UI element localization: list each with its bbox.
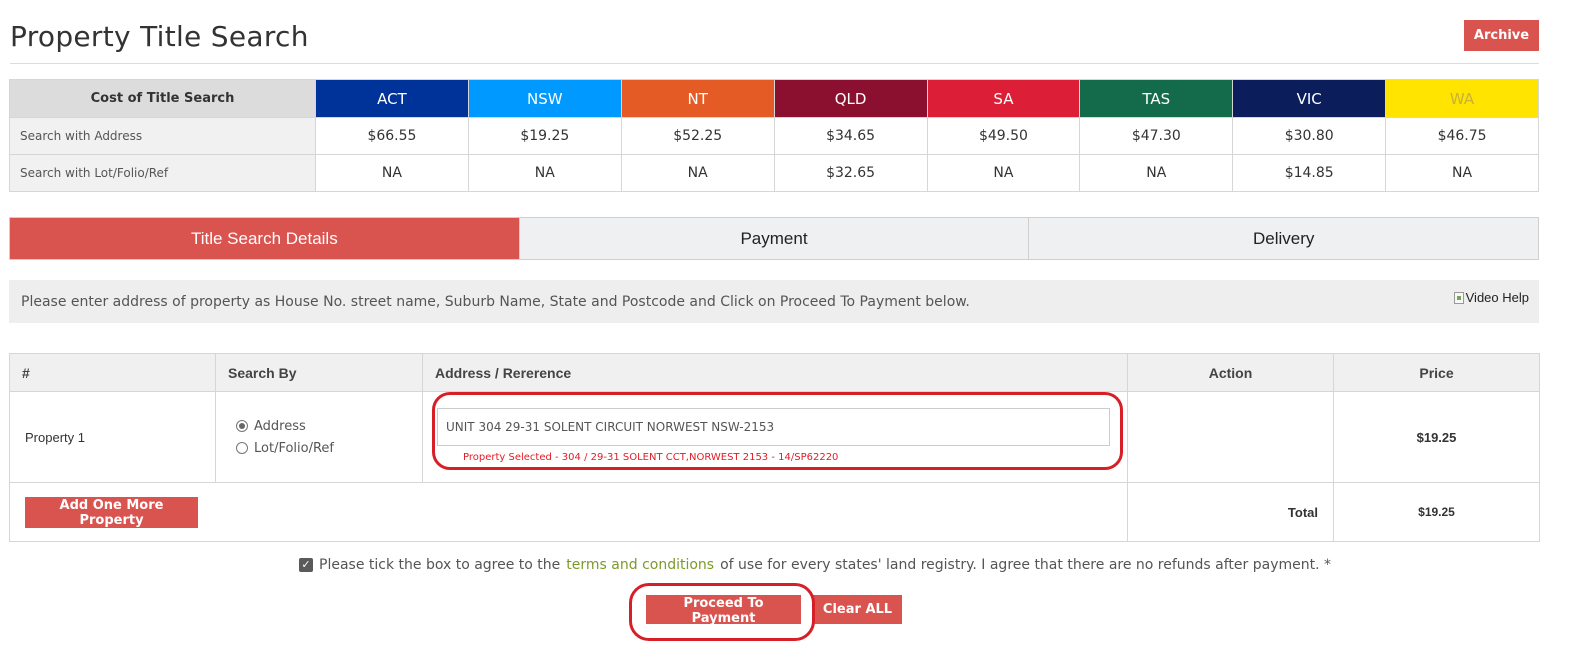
state-header-wa: WA — [1385, 79, 1539, 118]
address-input[interactable]: UNIT 304 29-31 SOLENT CIRCUIT NORWEST NS… — [437, 408, 1110, 446]
radio-option-address[interactable]: Address — [236, 415, 422, 437]
radio-option-lot-folio-ref[interactable]: Lot/Folio/Ref — [236, 437, 422, 459]
terms-text-before: Please tick the box to agree to the — [319, 557, 561, 573]
tab-delivery[interactable]: Delivery — [1028, 218, 1539, 259]
tab-title-search-details[interactable]: Title Search Details — [10, 218, 519, 259]
terms-text-after: of use for every states' land registry. … — [720, 557, 1331, 573]
property-table-header: # Search By Address / Rererence Action P… — [9, 353, 1540, 392]
row-label: Search with Lot/Folio/Ref — [9, 154, 316, 192]
price-cell: $32.65 — [773, 154, 928, 192]
instruction-bar: Please enter address of property as Hous… — [9, 280, 1539, 323]
cost-table: Cost of Title Search ACT NSW NT QLD SA T… — [9, 79, 1539, 192]
table-row: Property 1 Address Lot/Folio/Ref UNIT 30… — [9, 391, 1540, 483]
price-cell: $47.30 — [1079, 117, 1234, 155]
price-cell: NA — [315, 154, 469, 192]
archive-button[interactable]: Archive — [1464, 20, 1539, 51]
instruction-text: Please enter address of property as Hous… — [21, 293, 970, 310]
price-cell: $14.85 — [1232, 154, 1387, 192]
radio-button-lot-folio-ref[interactable] — [236, 442, 248, 454]
step-tabs: Title Search Details Payment Delivery — [9, 217, 1539, 260]
header-search-by: Search By — [215, 353, 423, 392]
header-action: Action — [1127, 353, 1334, 392]
page-title: Property Title Search — [10, 20, 309, 53]
price-cell: $52.25 — [620, 117, 775, 155]
property-table: # Search By Address / Rererence Action P… — [9, 353, 1540, 542]
total-label: Total — [1127, 482, 1334, 542]
video-help-link[interactable]: Video Help — [1453, 290, 1529, 305]
table-row: Search with Lot/Folio/Ref NA NA NA $32.6… — [9, 154, 1539, 192]
property-price: $19.25 — [1333, 391, 1540, 483]
total-value: $19.25 — [1333, 482, 1540, 542]
price-cell: NA — [1079, 154, 1234, 192]
title-divider — [10, 63, 1539, 64]
state-header-sa: SA — [926, 79, 1081, 118]
add-property-button[interactable]: Add One More Property — [25, 496, 198, 528]
radio-button-address[interactable] — [236, 420, 248, 432]
table-row: Search with Address $66.55 $19.25 $52.25… — [9, 117, 1539, 155]
action-cell — [1127, 391, 1334, 483]
search-by-radio-group: Address Lot/Folio/Ref — [216, 415, 422, 459]
search-by-cell: Address Lot/Folio/Ref — [215, 391, 423, 483]
header-address: Address / Rererence — [422, 353, 1128, 392]
price-cell: NA — [1385, 154, 1539, 192]
cost-table-header-label: Cost of Title Search — [9, 79, 316, 118]
state-header-nt: NT — [620, 79, 775, 118]
header-price: Price — [1333, 353, 1540, 392]
add-property-cell: Add One More Property — [9, 482, 1128, 542]
clear-all-button[interactable]: Clear ALL — [813, 595, 902, 624]
video-help-label: Video Help — [1465, 290, 1529, 305]
state-header-act: ACT — [315, 79, 469, 118]
price-cell: $46.75 — [1385, 117, 1539, 155]
tab-payment[interactable]: Payment — [518, 218, 1029, 259]
property-label: Property 1 — [9, 391, 216, 483]
header-num: # — [9, 353, 216, 392]
broken-image-icon — [1453, 291, 1464, 304]
address-cell: UNIT 304 29-31 SOLENT CIRCUIT NORWEST NS… — [422, 391, 1128, 483]
proceed-to-payment-button[interactable]: Proceed To Payment — [646, 595, 801, 626]
price-cell: $19.25 — [467, 117, 622, 155]
property-selected-note: Property Selected - 304 / 29-31 SOLENT C… — [463, 452, 839, 463]
terms-checkbox[interactable]: ✓ — [299, 558, 313, 572]
price-cell: NA — [467, 154, 622, 192]
price-cell: NA — [620, 154, 775, 192]
radio-label-address: Address — [254, 418, 306, 434]
price-cell: NA — [926, 154, 1081, 192]
price-cell: $66.55 — [315, 117, 469, 155]
terms-agreement: ✓ Please tick the box to agree to the te… — [299, 557, 1331, 573]
terms-link[interactable]: terms and conditions — [566, 557, 714, 573]
state-header-vic: VIC — [1232, 79, 1387, 118]
state-header-nsw: NSW — [467, 79, 622, 118]
price-cell: $49.50 — [926, 117, 1081, 155]
price-cell: $34.65 — [773, 117, 928, 155]
row-label: Search with Address — [9, 117, 316, 155]
price-cell: $30.80 — [1232, 117, 1387, 155]
cost-table-header: Cost of Title Search ACT NSW NT QLD SA T… — [9, 79, 1539, 118]
table-row: Add One More Property Total $19.25 — [9, 482, 1540, 542]
radio-label-lot-folio-ref: Lot/Folio/Ref — [254, 440, 334, 456]
state-header-tas: TAS — [1079, 79, 1234, 118]
state-header-qld: QLD — [773, 79, 928, 118]
